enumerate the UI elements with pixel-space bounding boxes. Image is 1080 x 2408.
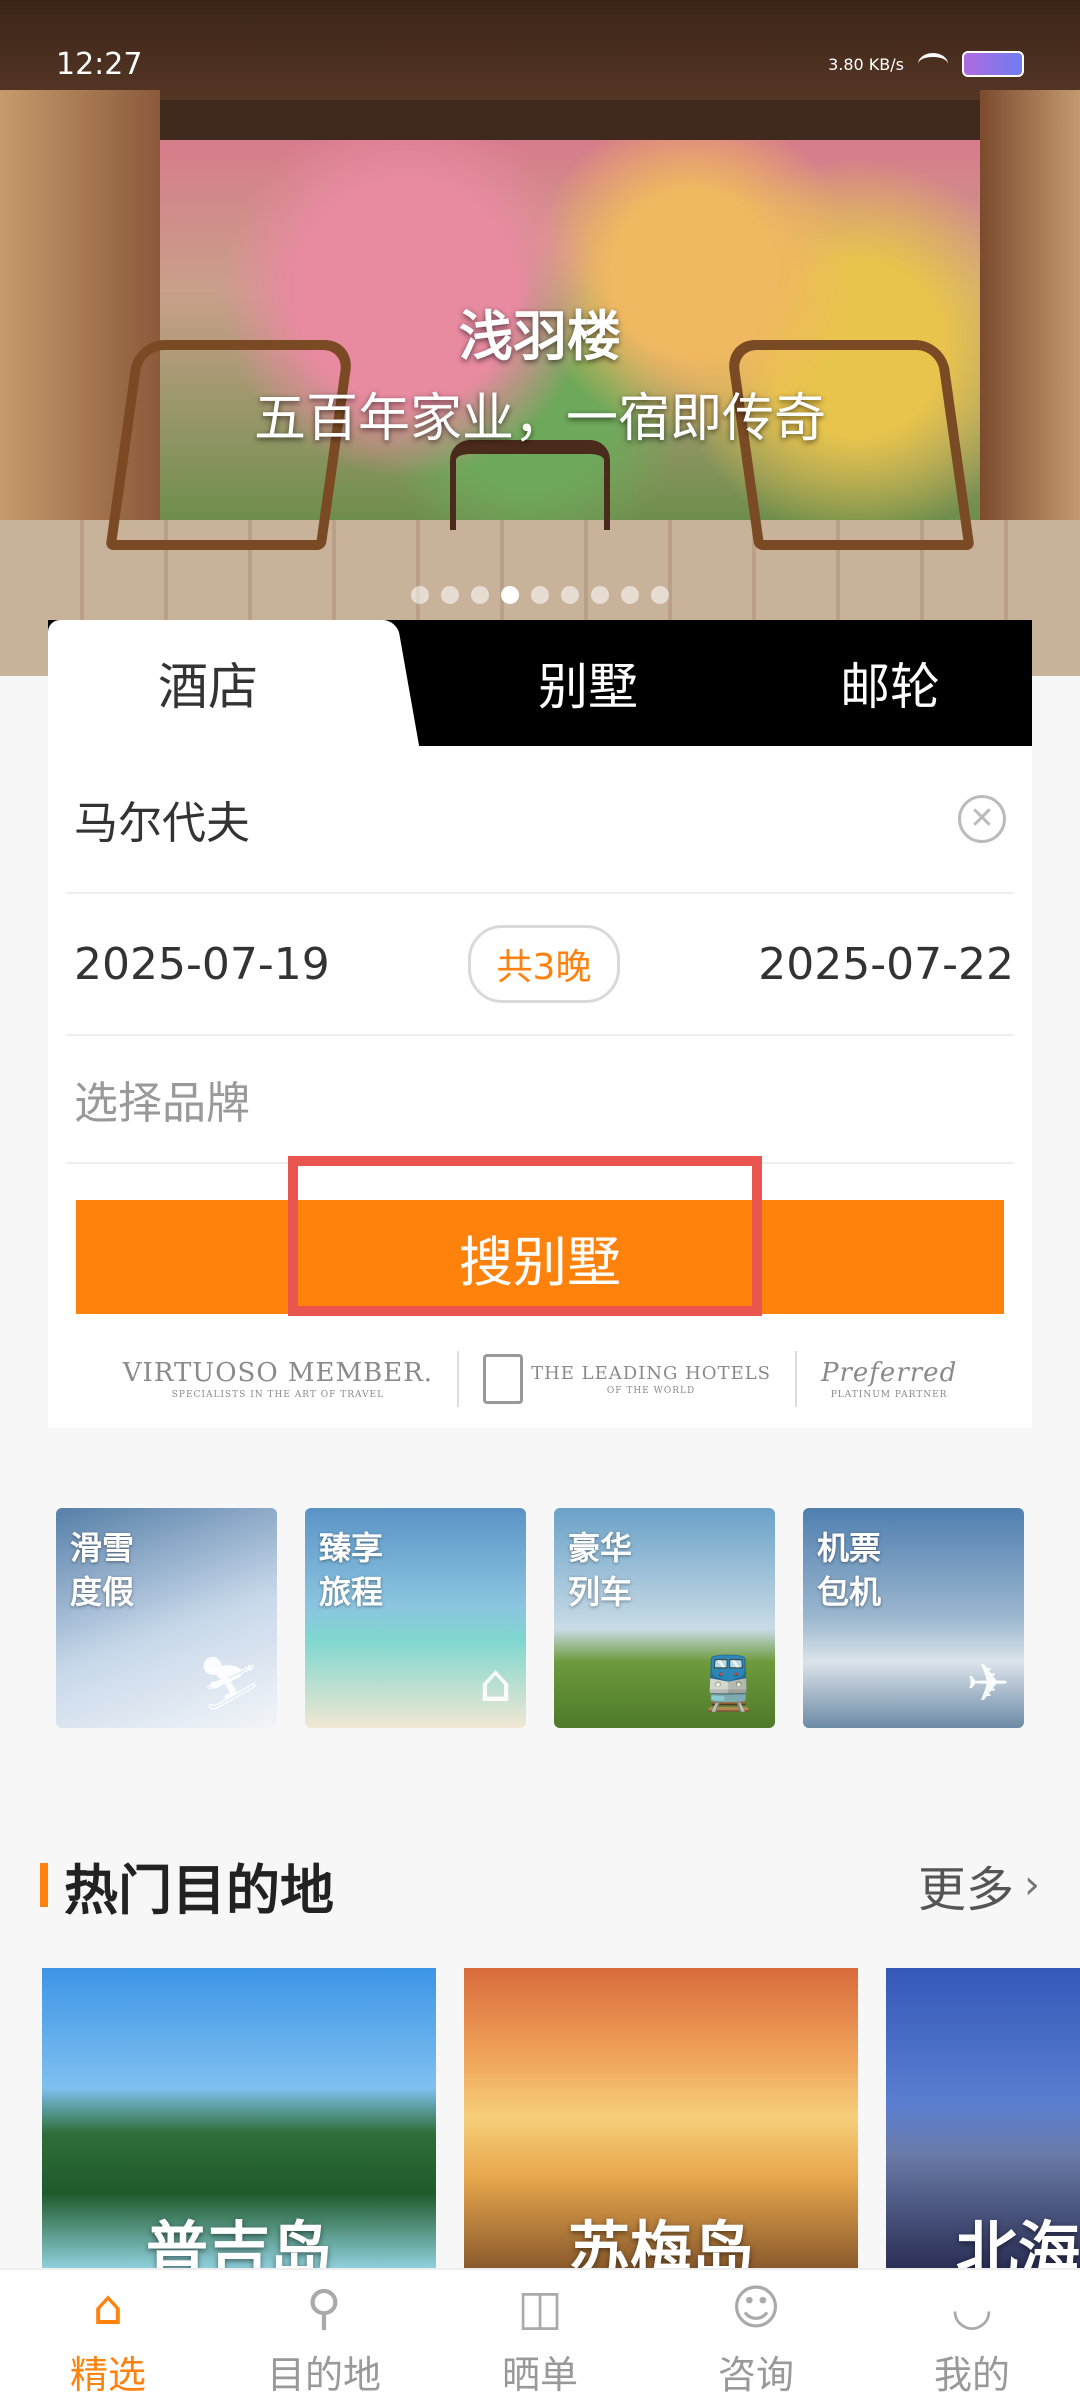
status-time: 12:27 (56, 46, 143, 82)
nav-showcase[interactable]: ◫ 晒单 (432, 2270, 648, 2408)
nav-featured[interactable]: ⌂ 精选 (0, 2270, 216, 2408)
carousel-dot[interactable] (651, 586, 669, 604)
nights-badge: 共3晚 (467, 925, 621, 1003)
clear-icon[interactable]: ✕ (958, 795, 1006, 843)
tile-premium-journey[interactable]: 臻享旅程 ⌂ (305, 1508, 526, 1728)
tab-villa[interactable]: 别墅 (428, 620, 748, 746)
date-range-field[interactable]: 2025-07-19 共3晚 2025-07-22 (66, 894, 1014, 1036)
tab-cruise[interactable]: 邮轮 (748, 620, 1032, 746)
more-link[interactable]: 更多 › (918, 1850, 1040, 1920)
carousel-dot[interactable] (471, 586, 489, 604)
virtuoso-logo: VIRTUOSO MEMBER. SPECIALISTS IN THE ART … (122, 1358, 434, 1400)
divider (457, 1351, 460, 1407)
bottom-navigation: ⌂ 精选 ⚲ 目的地 ◫ 晒单 ☺ 咨询 ◡ 我的 (0, 2268, 1080, 2408)
train-icon: 🚆 (696, 1654, 761, 1714)
hero-banner[interactable]: 12:27 3.80 KB/s 浅羽楼 五百年家业，一宿即传奇 (0, 0, 1080, 676)
hero-title: 浅羽楼 (459, 305, 621, 368)
tile-label: 机票 (817, 1529, 882, 1567)
tile-label: 旅程 (319, 1573, 384, 1611)
nav-label: 咨询 (717, 2352, 794, 2397)
tile-label: 臻享 (319, 1529, 384, 1567)
search-card: 酒店 别墅 邮轮 马尔代夫 ✕ 2025-07-19 共3晚 2025-07-2… (48, 620, 1032, 1428)
tile-label: 滑雪 (70, 1529, 135, 1567)
divider (795, 1351, 797, 1407)
carousel-dots[interactable] (0, 586, 1080, 604)
section-accent-bar (40, 1863, 48, 1907)
carousel-dot-active[interactable] (501, 586, 519, 604)
nav-destinations[interactable]: ⚲ 目的地 (216, 2270, 432, 2408)
home-icon: ⌂ (92, 2279, 124, 2336)
checkin-date[interactable]: 2025-07-19 (74, 939, 330, 990)
tile-label: 包机 (817, 1573, 882, 1611)
more-label[interactable]: 更多 (918, 1850, 1014, 1920)
beach-house-icon: ⌂ (478, 1654, 512, 1714)
category-tabs: 酒店 别墅 邮轮 (48, 620, 1032, 746)
battery-icon (962, 51, 1024, 77)
nav-profile[interactable]: ◡ 我的 (864, 2270, 1080, 2408)
tile-ski-holiday[interactable]: 滑雪度假 ⛷ (56, 1508, 277, 1728)
chevron-right-icon: › (1024, 1862, 1040, 1908)
hero-table (450, 440, 610, 530)
nav-label: 晒单 (501, 2352, 578, 2397)
destination-name: 苏梅岛 (567, 2214, 754, 2268)
section-title: 热门目的地 (64, 1858, 334, 1922)
preferred-logo: Preferred PLATINUM PARTNER (821, 1358, 958, 1400)
carousel-dot[interactable] (411, 586, 429, 604)
network-speed: 3.80 KB/s (828, 54, 904, 74)
hero-subtitle: 五百年家业，一宿即传奇 (253, 389, 826, 449)
nav-label: 目的地 (266, 2352, 381, 2397)
tile-label: 列车 (568, 1573, 633, 1611)
partner-logos: VIRTUOSO MEMBER. SPECIALISTS IN THE ART … (48, 1334, 1032, 1424)
carousel-dot[interactable] (441, 586, 459, 604)
nav-label: 我的 (933, 2352, 1010, 2397)
tile-label: 度假 (70, 1573, 135, 1611)
tab-hotel[interactable]: 酒店 (48, 620, 368, 746)
nav-consult[interactable]: ☺ 咨询 (648, 2270, 864, 2408)
plane-icon: ✈ (966, 1654, 1010, 1714)
quick-entry-tiles: 滑雪度假 ⛷ 臻享旅程 ⌂ 豪华列车 🚆 机票包机 ✈ (56, 1508, 1024, 1728)
destination-field[interactable]: 马尔代夫 ✕ (66, 746, 1014, 894)
carousel-dot[interactable] (561, 586, 579, 604)
destination-card-koh-samui[interactable]: 苏梅岛 (464, 1968, 858, 2268)
chat-bubble-icon: ☺ (730, 2279, 782, 2336)
destination-card-phuket[interactable]: 普吉岛 (42, 1968, 436, 2268)
wifi-icon (918, 53, 948, 75)
destination-card-hokkaido[interactable]: 北海 (886, 1968, 1080, 2268)
nav-label: 精选 (69, 2352, 146, 2397)
destination-value[interactable]: 马尔代夫 (74, 787, 250, 851)
skier-icon: ⛷ (196, 1654, 263, 1714)
user-smile-icon: ◡ (951, 2279, 993, 2336)
hot-destinations-header: 热门目的地 更多 › (40, 1850, 1040, 1922)
tile-label: 豪华 (568, 1529, 633, 1567)
carousel-dot[interactable] (621, 586, 639, 604)
leading-hotels-logo: THE LEADING HOTELS OF THE WORLD (483, 1354, 771, 1404)
checkout-date[interactable]: 2025-07-22 (758, 939, 1014, 990)
lhw-mark-icon (483, 1354, 524, 1404)
destination-name: 北海 (956, 2214, 1080, 2268)
search-villa-button[interactable]: 搜别墅 (76, 1200, 1004, 1314)
carousel-dot[interactable] (591, 586, 609, 604)
brand-placeholder[interactable]: 选择品牌 (74, 1067, 250, 1131)
camera-icon: ◫ (517, 2279, 563, 2336)
carousel-dot[interactable] (531, 586, 549, 604)
tile-flight-charter[interactable]: 机票包机 ✈ (803, 1508, 1024, 1728)
location-pin-icon: ⚲ (306, 2279, 342, 2336)
tile-luxury-train[interactable]: 豪华列车 🚆 (554, 1508, 775, 1728)
status-bar: 12:27 3.80 KB/s (56, 44, 1024, 84)
brand-select[interactable]: 选择品牌 (66, 1036, 1014, 1164)
destination-name: 普吉岛 (145, 2214, 332, 2268)
